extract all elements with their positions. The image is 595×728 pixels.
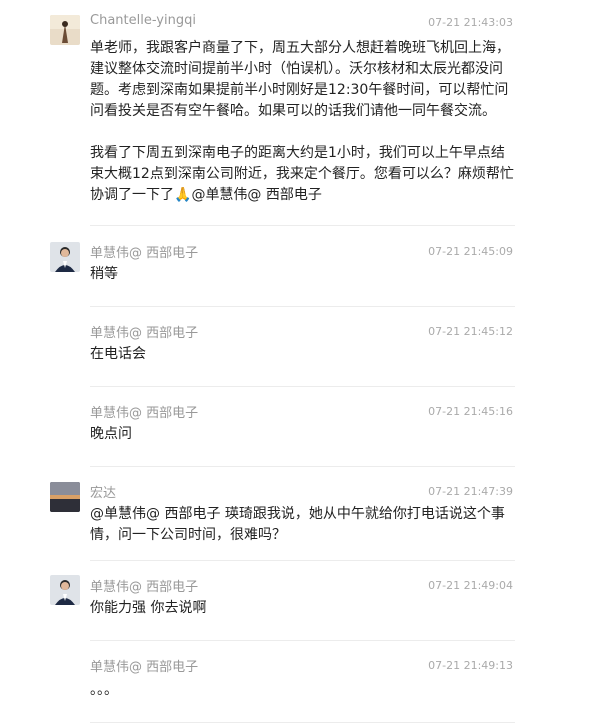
sender-name: 单慧伟@ 西部电子 <box>90 326 199 341</box>
sender-name: 单慧伟@ 西部电子 <box>90 580 199 595</box>
pray-emoji-icon: 🙏 <box>174 187 192 203</box>
divider <box>90 722 515 723</box>
sender-name: 宏达 <box>90 486 117 501</box>
message-text: 单老师，我跟客户商量了下，周五大部分人想赶着晚班飞机回上海，建议整体交流时间提前… <box>90 38 515 206</box>
divider <box>90 225 515 226</box>
message-text: 晚点问 <box>90 426 132 442</box>
avatar[interactable] <box>50 482 80 512</box>
message-time: 07-21 21:49:13 <box>428 659 513 672</box>
message-text: 你能力强 你去说啊 <box>90 600 207 616</box>
message-paragraph: 单老师，我跟客户商量了下，周五大部分人想赶着晚班飞机回上海，建议整体交流时间提前… <box>90 40 510 119</box>
sender-name: 单慧伟@ 西部电子 <box>90 406 199 421</box>
avatar[interactable] <box>50 15 80 45</box>
message-text: 稍等 <box>90 266 118 282</box>
avatar[interactable] <box>50 242 80 272</box>
divider <box>90 306 515 307</box>
message-time: 07-21 21:45:12 <box>428 325 513 338</box>
avatar[interactable] <box>50 575 80 605</box>
sender-name: 单慧伟@ 西部电子 <box>90 660 199 675</box>
divider <box>90 560 515 561</box>
message-time: 07-21 21:47:39 <box>428 485 513 498</box>
sender-name: 单慧伟@ 西部电子 <box>90 246 199 261</box>
message-paragraph: 我看了下周五到深南电子的距离大约是1小时，我们可以上午早点结束大概12点到深南公… <box>90 143 515 206</box>
divider <box>90 386 515 387</box>
sender-name: Chantelle-yingqi <box>90 13 196 28</box>
message-time: 07-21 21:45:09 <box>428 245 513 258</box>
message-time: 07-21 21:43:03 <box>428 16 513 29</box>
mention-link[interactable]: @单慧伟@ 西部电子 <box>191 187 321 203</box>
divider <box>90 466 515 467</box>
message-text: @单慧伟@ 西部电子 瑛琦跟我说，她从中午就给你打电话说这个事情，问一下公司时间… <box>90 506 505 543</box>
message-time: 07-21 21:49:04 <box>428 579 513 592</box>
chat-history: Chantelle-yingqi 07-21 21:43:03 单老师，我跟客户… <box>0 0 595 728</box>
message-text: 在电话会 <box>90 346 146 362</box>
message-time: 07-21 21:45:16 <box>428 405 513 418</box>
message-text: 。。。 <box>90 682 118 698</box>
divider <box>90 640 515 641</box>
